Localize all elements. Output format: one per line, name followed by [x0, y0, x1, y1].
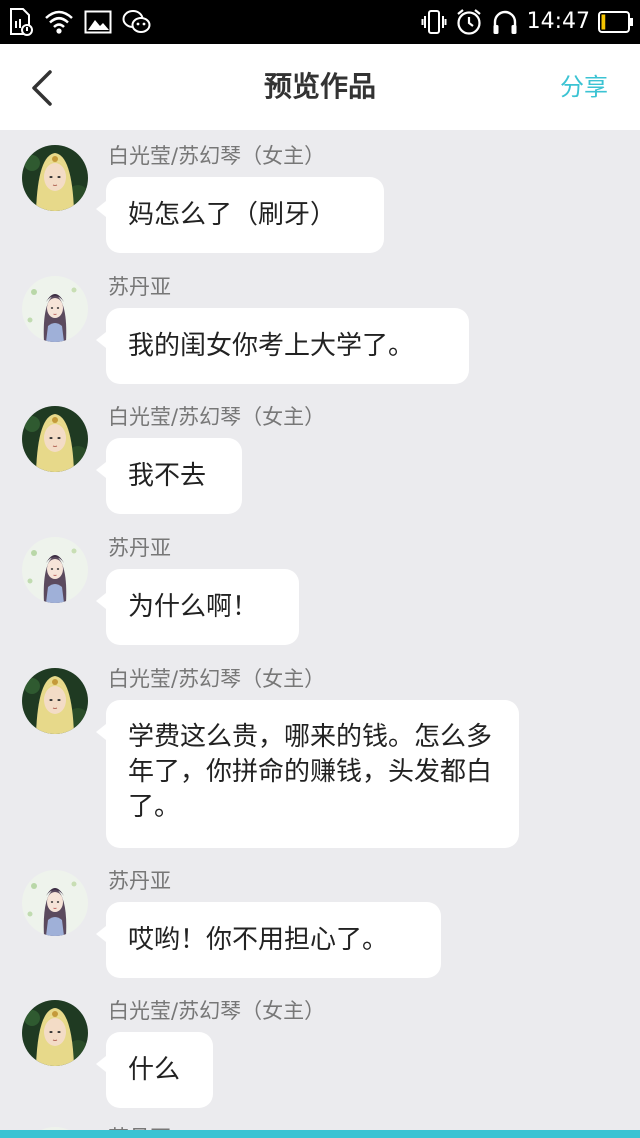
blonde-heroine-avatar-icon	[22, 406, 88, 472]
bottom-accent-bar	[0, 1130, 640, 1138]
message-bubble[interactable]: 我的闺女你考上大学了。	[96, 308, 469, 384]
dark-haired-woman-avatar-icon	[22, 870, 88, 936]
message-bubble[interactable]: 我不去	[96, 438, 242, 514]
message-bubble[interactable]: 妈怎么了（刷牙）	[96, 177, 384, 253]
sender-name: 苏丹亚	[108, 275, 171, 299]
avatar[interactable]	[22, 406, 88, 472]
avatar[interactable]	[22, 1000, 88, 1066]
headphones-icon	[491, 8, 519, 36]
avatar[interactable]	[22, 870, 88, 936]
chat-list[interactable]: 白光莹/苏幻琴（女主） 妈怎么了（刷牙） 苏丹亚 我的闺女你考上大学了。 白光莹…	[0, 130, 640, 1130]
back-button[interactable]	[22, 66, 62, 110]
status-time: 14:47	[526, 9, 590, 34]
chevron-left-icon	[32, 70, 52, 106]
message-bubble[interactable]: 为什么啊！	[96, 569, 299, 645]
avatar[interactable]	[22, 276, 88, 342]
sender-name: 白光莹/苏幻琴（女主）	[108, 144, 326, 168]
message-bubble[interactable]: 什么	[96, 1032, 213, 1108]
sender-name: 苏丹亚	[108, 536, 171, 560]
battery-icon	[598, 11, 634, 33]
sim-file-icon	[8, 7, 34, 37]
page-title: 预览作品	[263, 70, 376, 103]
sender-name: 白光莹/苏幻琴（女主）	[108, 405, 326, 429]
blonde-heroine-avatar-icon	[22, 145, 88, 211]
wifi-icon	[44, 9, 74, 35]
dark-haired-woman-avatar-icon	[22, 537, 88, 603]
dark-haired-woman-avatar-icon	[22, 276, 88, 342]
avatar[interactable]	[22, 537, 88, 603]
blonde-heroine-avatar-icon	[22, 668, 88, 734]
image-icon	[84, 10, 112, 34]
share-button[interactable]: 分享	[560, 44, 608, 130]
status-bar: 14:47	[0, 0, 640, 44]
wechat-icon	[122, 9, 152, 35]
vibrate-icon	[421, 8, 447, 36]
avatar[interactable]	[22, 145, 88, 211]
sender-name: 白光莹/苏幻琴（女主）	[108, 667, 326, 691]
alarm-icon	[455, 8, 483, 36]
message-bubble[interactable]: 学费这么贵，哪来的钱。怎么多年了，你拼命的赚钱，头发都白了。	[96, 700, 519, 848]
sender-name: 苏丹亚	[108, 1122, 171, 1130]
message-bubble[interactable]: 哎哟！你不用担心了。	[96, 902, 441, 978]
blonde-heroine-avatar-icon	[22, 1000, 88, 1066]
header: 预览作品 分享	[0, 44, 640, 130]
avatar[interactable]	[22, 668, 88, 734]
sender-name: 苏丹亚	[108, 869, 171, 893]
sender-name: 白光莹/苏幻琴（女主）	[108, 999, 326, 1023]
